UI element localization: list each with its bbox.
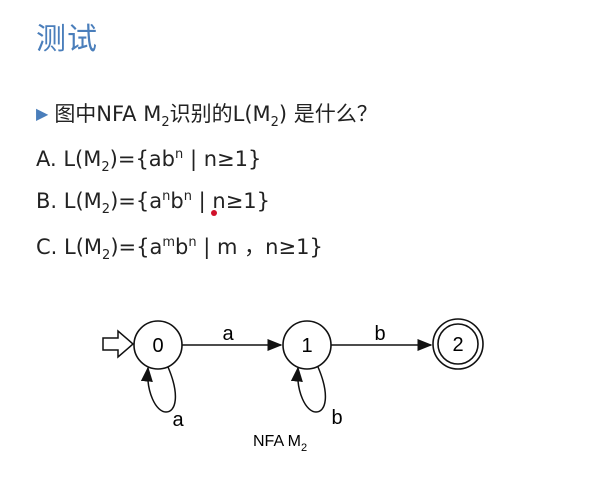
state-2-label: 2	[452, 334, 463, 356]
state-1-label: 1	[301, 335, 312, 357]
loop-0	[140, 366, 177, 413]
loop-1	[290, 366, 327, 413]
start-arrow-icon	[102, 329, 135, 359]
caption-text: NFA M	[253, 433, 301, 450]
loop-1-label: b	[331, 407, 342, 429]
nfa-diagram: 0 1 2 a b a b NFA M2	[102, 318, 484, 454]
state-0-label: 0	[152, 335, 163, 357]
edge-0-1-label: a	[222, 323, 234, 345]
loop-0-label: a	[172, 409, 184, 431]
diagram-caption: NFA M2	[253, 433, 307, 454]
edge-1-2-label: b	[374, 323, 385, 345]
caption-sub: 2	[301, 442, 307, 454]
